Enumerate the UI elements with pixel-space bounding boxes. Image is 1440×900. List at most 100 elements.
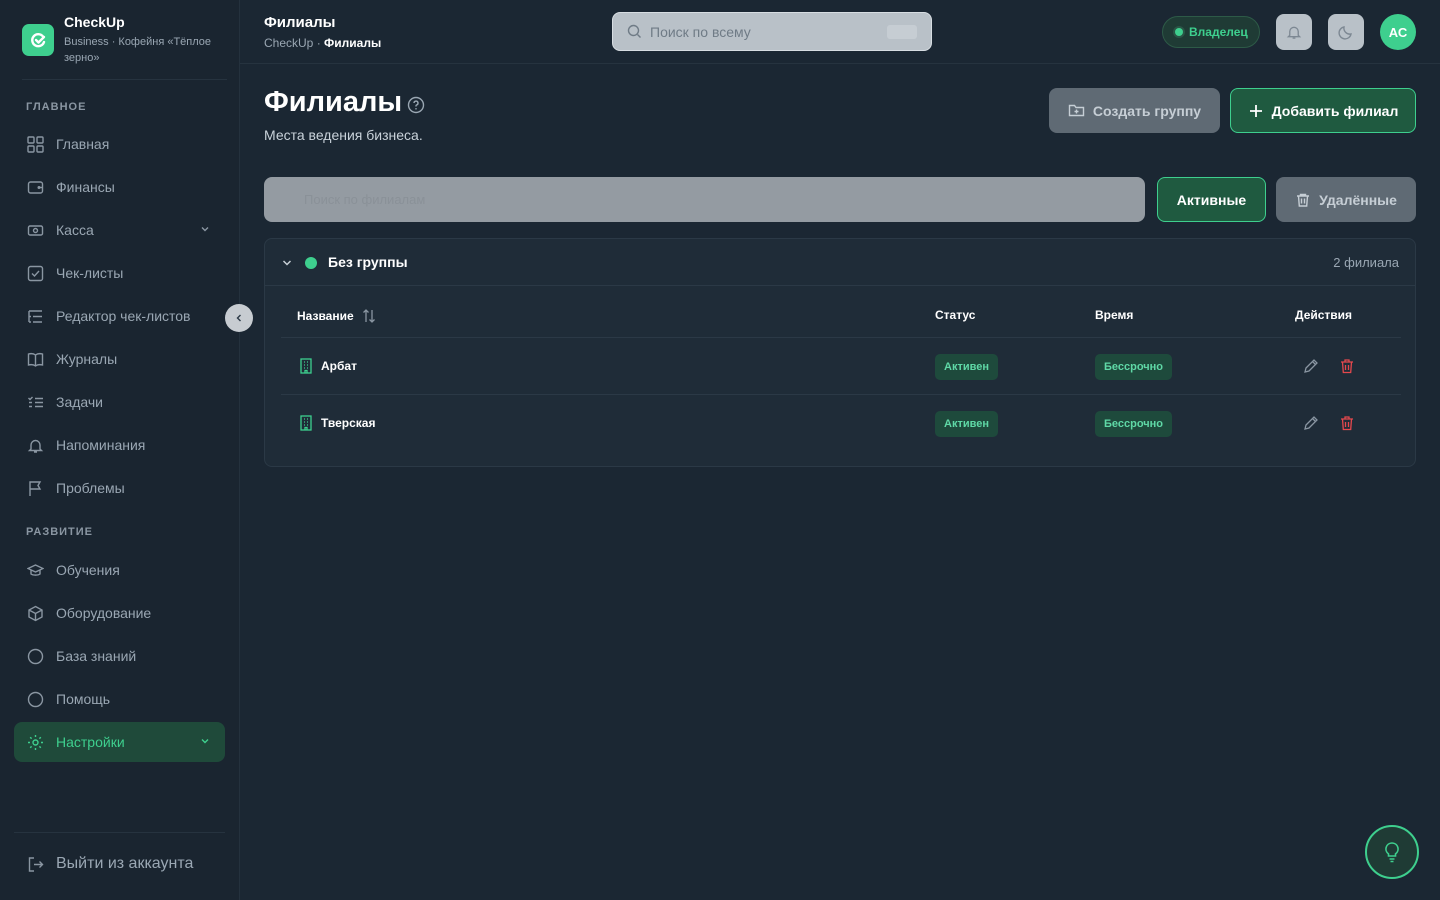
page-subtitle: Места ведения бизнеса. <box>264 127 423 143</box>
chevron-left-icon <box>236 314 241 322</box>
sidebar: CheckUp Business · Кофейня «Тёплое зерно… <box>0 0 240 900</box>
header-title: Филиалы <box>264 14 336 31</box>
role-badge: Владелец <box>1162 16 1260 48</box>
section-dev-label: РАЗВИТИЕ <box>26 526 94 538</box>
sidebar-item-label: Главная <box>56 136 110 152</box>
chevron-down-icon[interactable] <box>281 257 293 269</box>
branch-name-cell[interactable]: Арбат <box>299 358 357 374</box>
sidebar-item-finance[interactable]: Финансы <box>14 167 225 207</box>
column-label: Название <box>297 309 354 323</box>
breadcrumb: CheckUp · Филиалы <box>264 36 381 50</box>
status-dot <box>1175 28 1183 36</box>
brand: CheckUp Business · Кофейня «Тёплое зерно… <box>22 14 227 80</box>
filter-deleted-label: Удалённые <box>1319 191 1397 208</box>
book-icon <box>26 350 44 368</box>
chevron-down-icon <box>201 227 209 232</box>
status-badge: Активен <box>935 411 998 437</box>
sidebar-item-checklist-editor[interactable]: Редактор чек-листов <box>14 296 225 336</box>
column-header-time: Время <box>1095 308 1134 322</box>
sidebar-item-cash[interactable]: Касса <box>14 210 225 250</box>
sidebar-item-help[interactable]: Помощь <box>14 679 225 719</box>
group-name: Без группы <box>328 254 408 270</box>
top-bar: Филиалы CheckUp · Филиалы Поиск по всему… <box>240 0 1440 64</box>
lightbulb-icon <box>1385 842 1399 863</box>
help-icon[interactable] <box>407 96 425 114</box>
add-branch-button[interactable]: Добавить филиал <box>1230 88 1416 133</box>
branch-name: Тверская <box>321 416 376 430</box>
branch-name: Арбат <box>321 359 357 373</box>
global-search-input[interactable]: Поиск по всему <box>612 12 932 51</box>
filter-deleted-button[interactable]: Удалённые <box>1276 177 1416 222</box>
sidebar-item-label: Чек-листы <box>56 265 124 281</box>
dashboard-icon <box>26 135 44 153</box>
shortcut-hint <box>887 25 917 39</box>
create-group-button[interactable]: Создать группу <box>1049 88 1220 133</box>
divider <box>281 337 1401 338</box>
chevron-down-icon <box>201 739 209 744</box>
moon-icon <box>1338 26 1352 40</box>
sidebar-item-training[interactable]: Обучения <box>14 550 225 590</box>
folder-plus-icon <box>1068 104 1085 117</box>
filter-active-button[interactable]: Активные <box>1157 177 1266 222</box>
sidebar-item-label: Финансы <box>56 179 115 195</box>
search-icon <box>627 24 641 38</box>
sidebar-item-home[interactable]: Главная <box>14 124 225 164</box>
theme-toggle-button[interactable] <box>1328 14 1364 50</box>
delete-icon[interactable] <box>1338 414 1356 432</box>
sidebar-item-checklists[interactable]: Чек-листы <box>14 253 225 293</box>
building-icon <box>300 358 312 374</box>
cash-register-icon <box>26 221 44 239</box>
branch-search-input[interactable]: Поиск по филиалам <box>264 177 1145 222</box>
section-main-label: ГЛАВНОЕ <box>26 101 87 113</box>
notifications-button[interactable] <box>1276 14 1312 50</box>
tips-button[interactable] <box>1365 825 1419 879</box>
time-badge: Бессрочно <box>1095 411 1173 437</box>
sidebar-item-equipment[interactable]: Оборудование <box>14 593 225 633</box>
column-header-status: Статус <box>935 308 976 322</box>
sort-icon[interactable] <box>362 308 376 324</box>
sidebar-item-reminders[interactable]: Напоминания <box>14 425 225 465</box>
building-icon <box>300 415 312 431</box>
wallet-icon <box>26 178 44 196</box>
sidebar-item-label: База знаний <box>56 648 137 664</box>
sidebar-item-label: Задачи <box>56 394 104 410</box>
column-header-name[interactable]: Название <box>297 308 376 324</box>
tasks-icon <box>26 393 44 411</box>
sidebar-item-label: Настройки <box>56 734 125 750</box>
checklist-icon <box>26 264 44 282</box>
logout-button[interactable]: Выйти из аккаунта <box>14 844 225 884</box>
edit-icon[interactable] <box>1302 357 1320 375</box>
box-icon <box>26 604 44 622</box>
circle-icon <box>26 690 44 708</box>
sidebar-item-label: Помощь <box>56 691 111 707</box>
gear-icon <box>26 733 44 751</box>
flag-icon <box>26 479 44 497</box>
branch-name-cell[interactable]: Тверская <box>299 415 375 431</box>
sidebar-item-journals[interactable]: Журналы <box>14 339 225 379</box>
sidebar-item-label: Оборудование <box>56 605 152 621</box>
sidebar-collapse-button[interactable] <box>225 304 253 332</box>
sidebar-item-settings[interactable]: Настройки <box>14 722 225 762</box>
sidebar-item-label: Обучения <box>56 562 120 578</box>
edit-icon[interactable] <box>1302 414 1320 432</box>
breadcrumb-separator: · <box>313 36 325 50</box>
add-branch-label: Добавить филиал <box>1271 102 1399 119</box>
logout-icon <box>26 855 44 873</box>
sidebar-item-label: Проблемы <box>56 480 125 496</box>
role-label: Владелец <box>1189 25 1248 39</box>
sidebar-item-label: Напоминания <box>56 437 146 453</box>
brand-subtitle: Business · Кофейня «Тёплое зерно» <box>64 36 212 64</box>
logout-label: Выйти из аккаунта <box>56 855 194 872</box>
breadcrumb-root[interactable]: CheckUp <box>264 36 313 50</box>
plus-icon <box>1249 104 1262 117</box>
sidebar-item-tasks[interactable]: Задачи <box>14 382 225 422</box>
sidebar-item-knowledge-base[interactable]: База знаний <box>14 636 225 676</box>
sidebar-item-label: Касса <box>56 222 94 238</box>
sidebar-item-label: Журналы <box>56 351 118 367</box>
delete-icon[interactable] <box>1338 357 1356 375</box>
group-header[interactable]: Без группы 2 филиала <box>265 239 1415 286</box>
circle-icon <box>26 647 44 665</box>
avatar[interactable]: АС <box>1380 14 1416 50</box>
branch-group-card: Без группы 2 филиала Название Статус Вре… <box>264 238 1416 467</box>
sidebar-item-problems[interactable]: Проблемы <box>14 468 225 508</box>
